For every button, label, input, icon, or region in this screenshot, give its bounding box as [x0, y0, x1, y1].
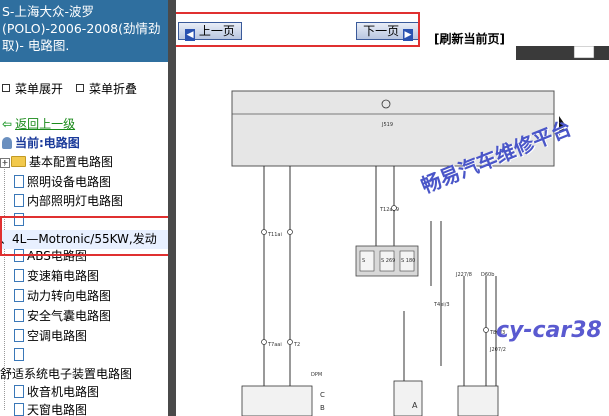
tree-item-interior-lighting[interactable]: 内部照明灯电路图 — [14, 192, 123, 211]
tree-item-radio[interactable]: 收音机电路图 — [14, 383, 99, 402]
label-j519: J519 — [381, 122, 393, 128]
document-icon — [14, 213, 24, 226]
tree-item-label: 舒适系统电子装置电路图 — [0, 367, 133, 381]
label-t2: T2 — [293, 342, 300, 348]
document-icon — [14, 194, 24, 207]
tree-item-label: 动力转向电路图 — [27, 289, 112, 303]
next-page-button[interactable]: 下一页 ▶ — [356, 22, 420, 41]
tree-item-airbag[interactable]: 安全气囊电路图 — [14, 307, 111, 326]
next-page-label: 下一页 — [363, 24, 400, 38]
label-dpm: DPM — [311, 372, 322, 378]
document-icon — [14, 289, 24, 302]
label-fuse-c: S 180 — [401, 258, 415, 264]
tree-item-label: 变速箱电路图 — [27, 269, 100, 283]
tree-item-blank-1[interactable] — [14, 211, 27, 230]
tree-item-label: 空调电路图 — [27, 329, 88, 343]
square-icon — [76, 84, 84, 92]
label-j207: J207/2 — [489, 347, 506, 353]
menu-expand-button[interactable]: 菜单展开 — [2, 80, 63, 97]
tree-item-comfort-system[interactable]: 舒适系统电子装置电路图 — [0, 365, 132, 384]
tree-item-transmission[interactable]: 变速箱电路图 — [14, 267, 99, 286]
current-location-label: 当前:电路图 — [15, 136, 80, 150]
user-icon — [2, 137, 12, 149]
tree-item-sunroof[interactable]: 天窗电路图 — [14, 401, 87, 416]
tree-item-label: 天窗电路图 — [27, 403, 88, 416]
label-fuse-a: S — [362, 258, 365, 264]
label-a: A — [412, 401, 418, 410]
label-c: C — [320, 391, 325, 399]
circuit-diagram-svg: J519 T11ai T12af/9 T7aai T4ei/3 J227/8 D… — [231, 45, 609, 416]
label-fuse-b: S 269 — [381, 258, 395, 264]
label-t11ai: T11ai — [267, 232, 282, 238]
back-link-label: 返回上一级 — [15, 117, 76, 131]
tree-item-power-steering[interactable]: 动力转向电路图 — [14, 287, 111, 306]
tree-item-blank-2[interactable] — [14, 346, 27, 365]
refresh-page-link[interactable]: [刷新当前页] — [434, 30, 505, 47]
document-icon — [14, 175, 24, 188]
menu-collapse-label: 菜单折叠 — [89, 82, 138, 96]
document-icon — [14, 269, 24, 282]
back-link[interactable]: ⇦ 返回上一级 — [2, 115, 75, 134]
current-location: 当前:电路图 — [2, 134, 80, 153]
main-content: ◀ 上一页 下一页 ▶ [刷新当前页] J519 T11ai T12af/9 T… — [176, 0, 609, 416]
folder-icon — [11, 156, 26, 167]
tree-panel: S-上海大众-波罗(POLO)-2006-2008(劲情劲取)- 电路图. 菜单… — [0, 0, 169, 416]
tree-item-label: ABS电路图 — [27, 249, 87, 263]
prev-page-button[interactable]: ◀ 上一页 — [178, 22, 242, 41]
menu-expand-label: 菜单展开 — [15, 82, 64, 96]
expand-plus-icon[interactable]: + — [0, 158, 10, 168]
left-arrow-icon: ◀ — [185, 29, 196, 41]
tree-item-label: 收音机电路图 — [27, 385, 100, 399]
label-t4e: T4ei/3 — [433, 302, 450, 308]
panel-splitter[interactable] — [168, 0, 176, 416]
label-d60b: D60b — [481, 272, 494, 278]
label-b: B — [320, 404, 325, 412]
circuit-diagram: J519 T11ai T12af/9 T7aai T4ei/3 J227/8 D… — [176, 45, 609, 416]
document-icon — [14, 403, 24, 416]
right-arrow-icon: ▶ — [402, 29, 413, 41]
tree-item-abs[interactable]: ABS电路图 — [14, 247, 87, 266]
prev-page-label: 上一页 — [198, 24, 235, 38]
label-t7aai: T7aai — [267, 342, 282, 348]
tree-item-basic-config[interactable]: + 基本配置电路图 — [0, 153, 113, 172]
tree-item-label: 照明设备电路图 — [27, 175, 112, 189]
menu-collapse-button[interactable]: 菜单折叠 — [76, 80, 137, 97]
tree-item-label: 安全气囊电路图 — [27, 309, 112, 323]
document-icon — [14, 309, 24, 322]
page-title: S-上海大众-波罗(POLO)-2006-2008(劲情劲取)- 电路图. — [0, 0, 168, 62]
watermark-english: cy-car38 — [496, 318, 602, 343]
square-icon — [2, 84, 10, 92]
tree-item-label: 内部照明灯电路图 — [27, 194, 124, 208]
document-icon — [14, 385, 24, 398]
document-icon — [14, 348, 24, 361]
tree-item-label: 基本配置电路图 — [29, 155, 114, 169]
tree-item-air-conditioning[interactable]: 空调电路图 — [14, 327, 87, 346]
page-navigation: ◀ 上一页 下一页 ▶ [刷新当前页] — [176, 0, 609, 47]
document-icon — [14, 329, 24, 342]
document-icon — [14, 249, 24, 262]
tree-item-label: 、4L—Motronic/55KW,发动 — [0, 232, 157, 246]
tree-item-lighting[interactable]: 照明设备电路图 — [14, 173, 111, 192]
label-j227: J227/8 — [455, 272, 472, 278]
back-arrow-icon: ⇦ — [2, 117, 13, 131]
